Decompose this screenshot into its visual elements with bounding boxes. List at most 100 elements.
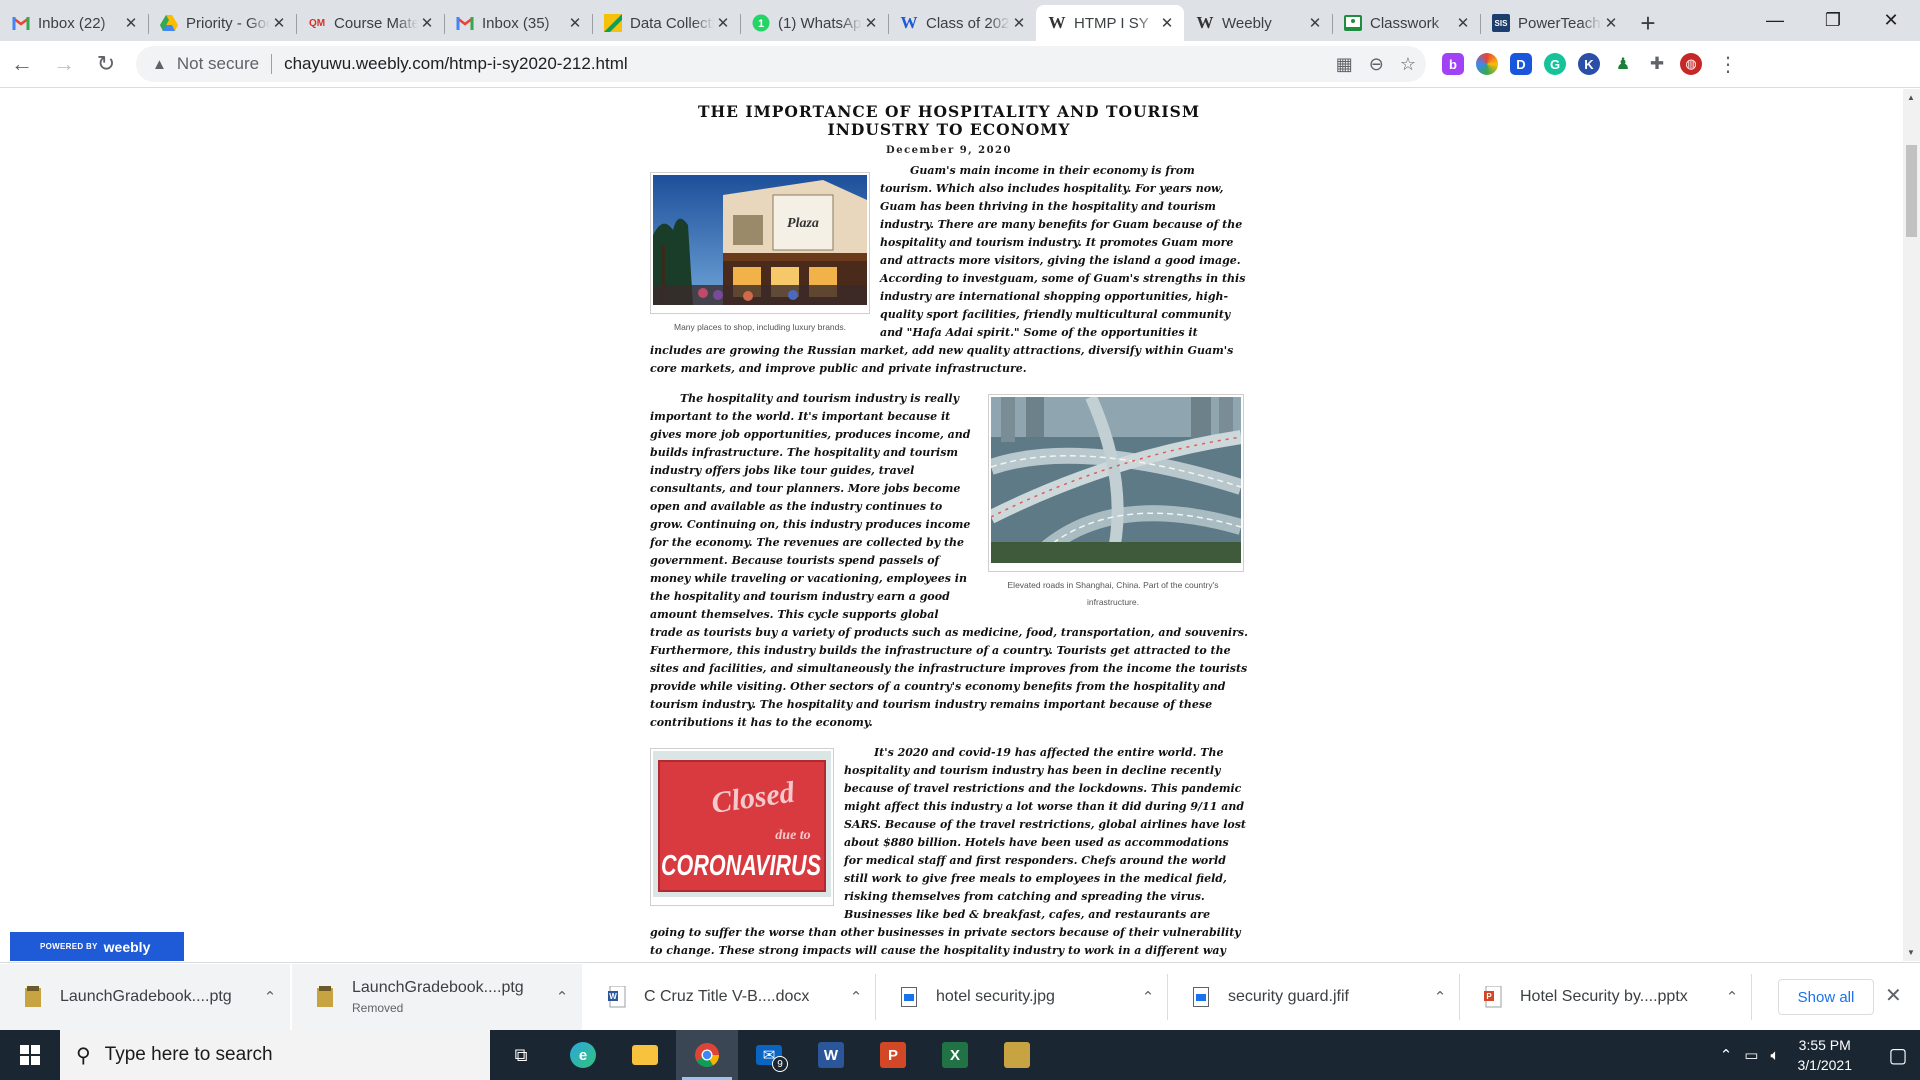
chevron-up-icon[interactable]: ⌃ <box>1420 988 1460 1006</box>
puzzle-extensions-icon[interactable]: ✚ <box>1646 53 1668 75</box>
kebab-menu-icon[interactable]: ⋮ <box>1718 52 1738 77</box>
shanghai-roads-image[interactable] <box>988 394 1244 572</box>
taskbar-excel[interactable]: X <box>924 1030 986 1080</box>
taskbar-mail[interactable]: ✉ 9 <box>738 1030 800 1080</box>
tab-priority-drive[interactable]: Priority - Google Drive ✕ <box>148 5 296 41</box>
closed-coronavirus-sign-image[interactable]: Closed due to CORONAVIRUS <box>650 748 834 906</box>
chevron-up-icon[interactable]: ⌃ <box>1720 1046 1733 1064</box>
svg-text:W: W <box>609 992 617 1001</box>
page-scrollbar[interactable]: ▲ ▼ <box>1903 89 1920 961</box>
chevron-up-icon[interactable]: ⌃ <box>1128 988 1168 1006</box>
taskbar-powerpoint[interactable]: P <box>862 1030 924 1080</box>
taskbar-gradebook[interactable] <box>986 1030 1048 1080</box>
reload-button[interactable]: ↻ <box>86 44 126 84</box>
not-secure-label[interactable]: Not secure <box>177 54 259 74</box>
plus-icon: + <box>1640 7 1656 38</box>
tab-course-materials[interactable]: QM Course Materials ✕ <box>296 5 444 41</box>
download-item[interactable]: hotel security.jpg ⌃ <box>876 964 1168 1030</box>
close-icon[interactable]: ✕ <box>1602 14 1620 32</box>
star-bookmark-icon[interactable]: ☆ <box>1400 54 1416 75</box>
download-status: Removed <box>352 1000 404 1015</box>
tab-inbox-35[interactable]: Inbox (35) ✕ <box>444 5 592 41</box>
d-extension-icon[interactable]: D <box>1510 53 1532 75</box>
classroom-icon <box>1344 14 1362 32</box>
close-icon[interactable]: ✕ <box>1010 14 1028 32</box>
chevron-up-icon[interactable]: ⌃ <box>836 988 876 1006</box>
scroll-down-arrow-icon[interactable]: ▼ <box>1907 948 1915 957</box>
tab-classwork[interactable]: Classwork ✕ <box>1332 5 1480 41</box>
download-filename: C Cruz Title V-B....docx <box>644 987 810 1005</box>
new-tab-button[interactable]: + <box>1628 5 1668 41</box>
taskbar-chrome[interactable] <box>676 1030 738 1080</box>
divider <box>271 54 273 74</box>
task-view-icon: ⧉ <box>514 1044 528 1065</box>
download-item[interactable]: P Hotel Security by....pptx ⌃ <box>1460 964 1752 1030</box>
start-button[interactable] <box>0 1030 60 1080</box>
show-all-downloads-button[interactable]: Show all <box>1778 979 1874 1015</box>
taskbar-word[interactable]: W <box>800 1030 862 1080</box>
close-icon[interactable]: ✕ <box>566 14 584 32</box>
restore-button[interactable]: ❐ <box>1804 0 1862 41</box>
chevron-up-icon[interactable]: ⌃ <box>1712 988 1752 1006</box>
forward-button[interactable]: → <box>44 44 84 84</box>
qr-code-icon[interactable]: ▦ <box>1336 54 1353 75</box>
person-extension-icon[interactable]: ♟ <box>1612 53 1634 75</box>
svg-text:P: P <box>1486 992 1492 1001</box>
shopping-plaza-image[interactable]: Plaza <box>650 172 870 314</box>
minimize-button[interactable]: — <box>1746 0 1804 41</box>
close-icon[interactable]: ✕ <box>1885 983 1902 1008</box>
tab-data-collection[interactable]: Data Collection ✕ <box>592 5 740 41</box>
volume-icon[interactable]: 🔈︎ <box>1770 1047 1779 1064</box>
tab-inbox-22[interactable]: Inbox (22) ✕ <box>0 5 148 41</box>
close-icon[interactable]: ✕ <box>1158 14 1176 32</box>
taskbar-search-box[interactable]: ⚲ Type here to search <box>60 1030 490 1080</box>
url-text[interactable]: chayuwu.weebly.com/htmp-i-sy2020-212.htm… <box>284 54 1336 74</box>
close-icon[interactable]: ✕ <box>862 14 880 32</box>
chevron-up-icon[interactable]: ⌃ <box>250 988 290 1006</box>
close-icon[interactable]: ✕ <box>714 14 732 32</box>
scroll-up-arrow-icon[interactable]: ▲ <box>1907 93 1915 102</box>
action-center-button[interactable]: ▢ <box>1876 1043 1920 1068</box>
profile-avatar[interactable]: ◍ <box>1680 53 1702 75</box>
powered-by-weebly-badge[interactable]: POWERED BY weebly <box>10 932 184 961</box>
bitmoji-extension-icon[interactable]: b <box>1442 53 1464 75</box>
tab-powerteacher[interactable]: SIS PowerTeacher ✕ <box>1480 5 1628 41</box>
taskbar-file-explorer[interactable] <box>614 1030 676 1080</box>
tab-whatsapp[interactable]: 1 (1) WhatsApp ✕ <box>740 5 888 41</box>
k-extension-icon[interactable]: K <box>1578 53 1600 75</box>
tab-htmp-active[interactable]: W HTMP I SY ✕ <box>1036 5 1184 41</box>
grammarly-extension-icon[interactable]: G <box>1544 53 1566 75</box>
close-icon[interactable]: ✕ <box>418 14 436 32</box>
close-icon[interactable]: ✕ <box>122 14 140 32</box>
weebly-logo-text: weebly <box>103 938 151 955</box>
close-icon[interactable]: ✕ <box>1454 14 1472 32</box>
close-icon[interactable]: ✕ <box>270 14 288 32</box>
download-item[interactable]: LaunchGradebook....ptg ⌃ <box>0 963 292 1030</box>
taskbar-edge[interactable]: e <box>552 1030 614 1080</box>
address-bar[interactable]: ▲ Not secure chayuwu.weebly.com/htmp-i-s… <box>136 46 1426 82</box>
browser-toolbar: ← → ↻ ▲ Not secure chayuwu.weebly.com/ht… <box>0 41 1920 88</box>
download-text: C Cruz Title V-B....docx <box>644 988 836 1006</box>
blog-post-title[interactable]: THE IMPORTANCE OF HOSPITALITY AND TOURIS… <box>650 103 1248 139</box>
warning-triangle-icon[interactable]: ▲ <box>152 56 167 73</box>
zoom-icon[interactable]: ⊖ <box>1369 54 1384 75</box>
tab-class-of-2021[interactable]: W Class of 2021 ✕ <box>888 5 1036 41</box>
plaza-sign: Plaza <box>787 216 819 231</box>
download-item[interactable]: LaunchGradebook....ptg Removed ⌃ <box>292 963 584 1030</box>
windows-logo-icon <box>20 1045 40 1065</box>
edge-icon: e <box>570 1042 596 1068</box>
system-clock[interactable]: 3:55 PM 3/1/2021 <box>1798 1035 1853 1075</box>
download-item[interactable]: W C Cruz Title V-B....docx ⌃ <box>584 964 876 1030</box>
figure-closed-coronavirus: Closed due to CORONAVIRUS <box>650 748 834 906</box>
download-item[interactable]: security guard.jfif ⌃ <box>1168 964 1460 1030</box>
close-window-button[interactable]: ✕ <box>1862 0 1920 41</box>
chevron-up-icon[interactable]: ⌃ <box>542 988 582 1006</box>
close-icon[interactable]: ✕ <box>1306 14 1324 32</box>
back-button[interactable]: ← <box>2 44 42 84</box>
scrollbar-thumb[interactable] <box>1906 145 1917 237</box>
color-extension-icon[interactable] <box>1476 53 1498 75</box>
task-view-button[interactable]: ⧉ <box>490 1030 552 1080</box>
tab-weebly[interactable]: W Weebly ✕ <box>1184 5 1332 41</box>
restore-icon: ❐ <box>1824 10 1842 30</box>
battery-icon[interactable]: ▭ <box>1744 1046 1758 1064</box>
